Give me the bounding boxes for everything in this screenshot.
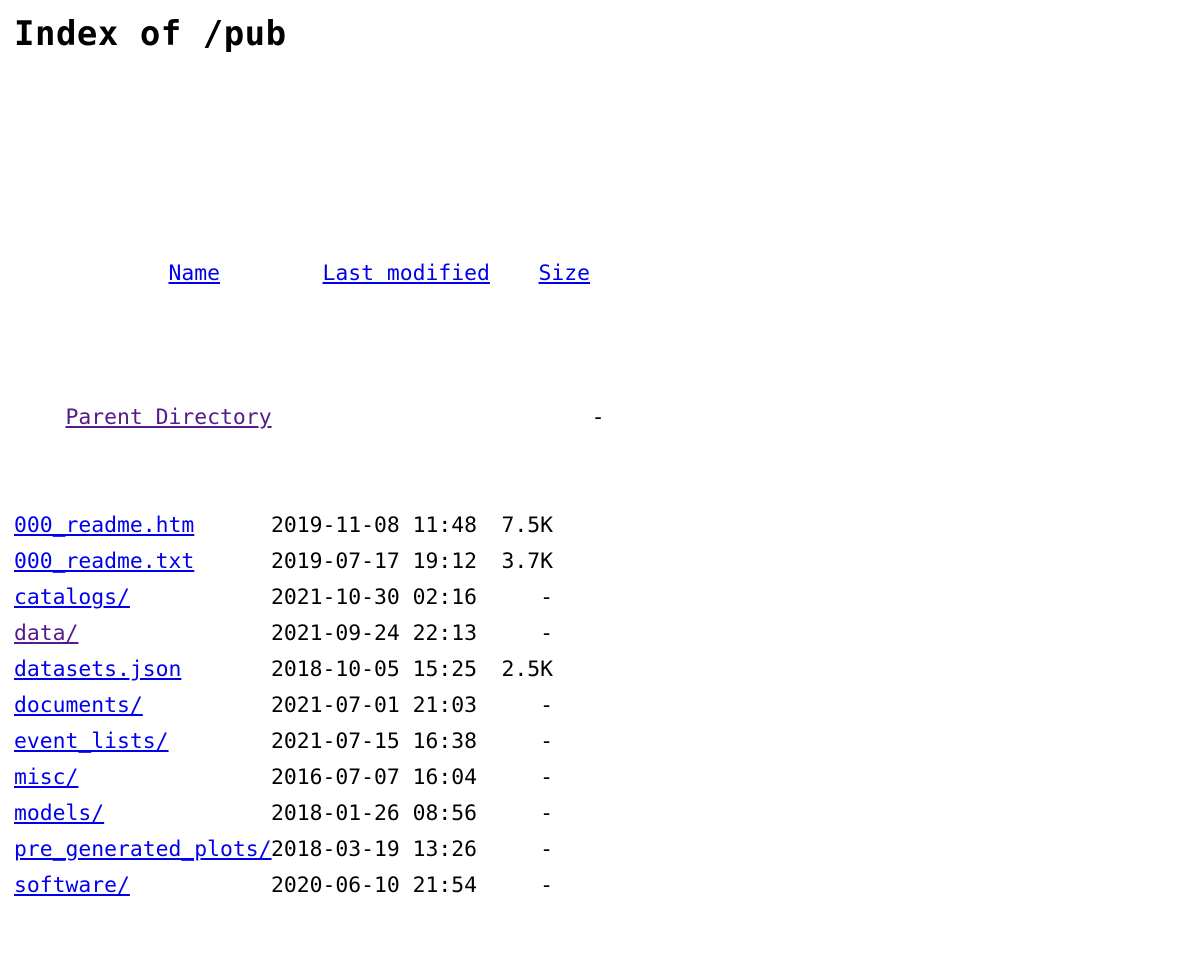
parent-directory-row[interactable]: Parent Directory - [14,364,1197,430]
last-modified-cell: 2020-06-10 21:54 [271,873,478,898]
last-modified-cell: 2018-01-26 08:56 [271,801,478,826]
file-name-cell: 000_readme.htm [14,508,271,544]
column-header-last-modified-link[interactable]: Last modified [323,261,490,286]
table-row[interactable]: pre_generated_plots/2018-03-19 13:26 - [14,832,1197,868]
file-name-link[interactable]: misc/ [14,765,78,790]
file-name-link[interactable]: datasets.json [14,657,181,682]
last-modified-cell: 2021-07-15 16:38 [271,729,478,754]
size-cell: - [540,729,553,754]
table-row[interactable]: software/2020-06-10 21:54 - [14,868,1197,904]
last-modified-cell: 2018-10-05 15:25 [271,657,478,682]
last-modified-cell: 2021-09-24 22:13 [271,621,478,646]
column-header-size-cell: Size [535,256,605,292]
last-modified-cell: 2016-07-07 16:04 [271,765,478,790]
directory-listing: Name Last modified Size Parent Directory - … [0,54,1197,976]
column-header-name-link[interactable]: Name [169,261,221,286]
file-name-link[interactable]: pre_generated_plots/ [14,837,272,862]
listing-header-row: Name Last modified Size [14,220,1197,286]
column-header-size-link[interactable]: Size [539,261,591,286]
file-name-link[interactable]: documents/ [14,693,143,718]
parent-directory-link[interactable]: Parent Directory [66,405,272,430]
listing-rows: 000_readme.htm 2019-11-08 11:48 7.5K 000_re… [14,508,1197,904]
file-name-link[interactable]: software/ [14,873,130,898]
table-row[interactable]: event_lists/2021-07-15 16:38 - [14,724,1197,760]
file-name-link[interactable]: 000_readme.htm [14,513,194,538]
size-cell: - [540,801,553,826]
table-row[interactable]: misc/2016-07-07 16:04 - [14,760,1197,796]
file-name-cell: data/ [14,616,271,652]
size-cell: 2.5K [501,657,553,682]
file-name-cell: catalogs/ [14,580,271,616]
file-name-link[interactable]: models/ [14,801,104,826]
size-cell: - [540,585,553,610]
table-row[interactable]: 000_readme.htm 2019-11-08 11:48 7.5K [14,508,1197,544]
size-cell: - [540,837,553,862]
size-cell: - [540,621,553,646]
file-name-link[interactable]: data/ [14,621,78,646]
last-modified-cell: 2018-03-19 13:26 [271,837,478,862]
parent-directory-size-cell: - [591,405,605,430]
table-row[interactable]: catalogs/2021-10-30 02:16 - [14,580,1197,616]
page-title: Index of /pub [14,14,287,54]
last-modified-cell: 2021-10-30 02:16 [271,585,478,610]
size-cell: - [540,693,553,718]
size-cell: 7.5K [501,513,553,538]
file-name-cell: software/ [14,868,271,904]
table-row[interactable]: data/2021-09-24 22:13 - [14,616,1197,652]
size-cell: - [540,873,553,898]
last-modified-cell: 2021-07-01 21:03 [271,693,478,718]
file-name-link[interactable]: catalogs/ [14,585,130,610]
parent-directory-name-cell: Parent Directory [66,400,323,436]
column-header-name-cell: Name [66,256,323,292]
file-name-cell: event_lists/ [14,724,271,760]
file-name-cell: models/ [14,796,271,832]
last-modified-cell: 2019-11-08 11:48 [271,513,478,538]
table-row[interactable]: datasets.json 2018-10-05 15:25 2.5K [14,652,1197,688]
column-header-date-cell: Last modified [323,256,535,292]
file-name-cell: misc/ [14,760,271,796]
file-name-link[interactable]: event_lists/ [14,729,169,754]
file-name-cell: pre_generated_plots/ [14,832,272,868]
table-row[interactable]: documents/2021-07-01 21:03 - [14,688,1197,724]
file-name-cell: documents/ [14,688,271,724]
file-name-cell: datasets.json [14,652,271,688]
size-cell: - [540,765,553,790]
file-name-link[interactable]: 000_readme.txt [14,549,194,574]
table-row[interactable]: models/2018-01-26 08:56 - [14,796,1197,832]
